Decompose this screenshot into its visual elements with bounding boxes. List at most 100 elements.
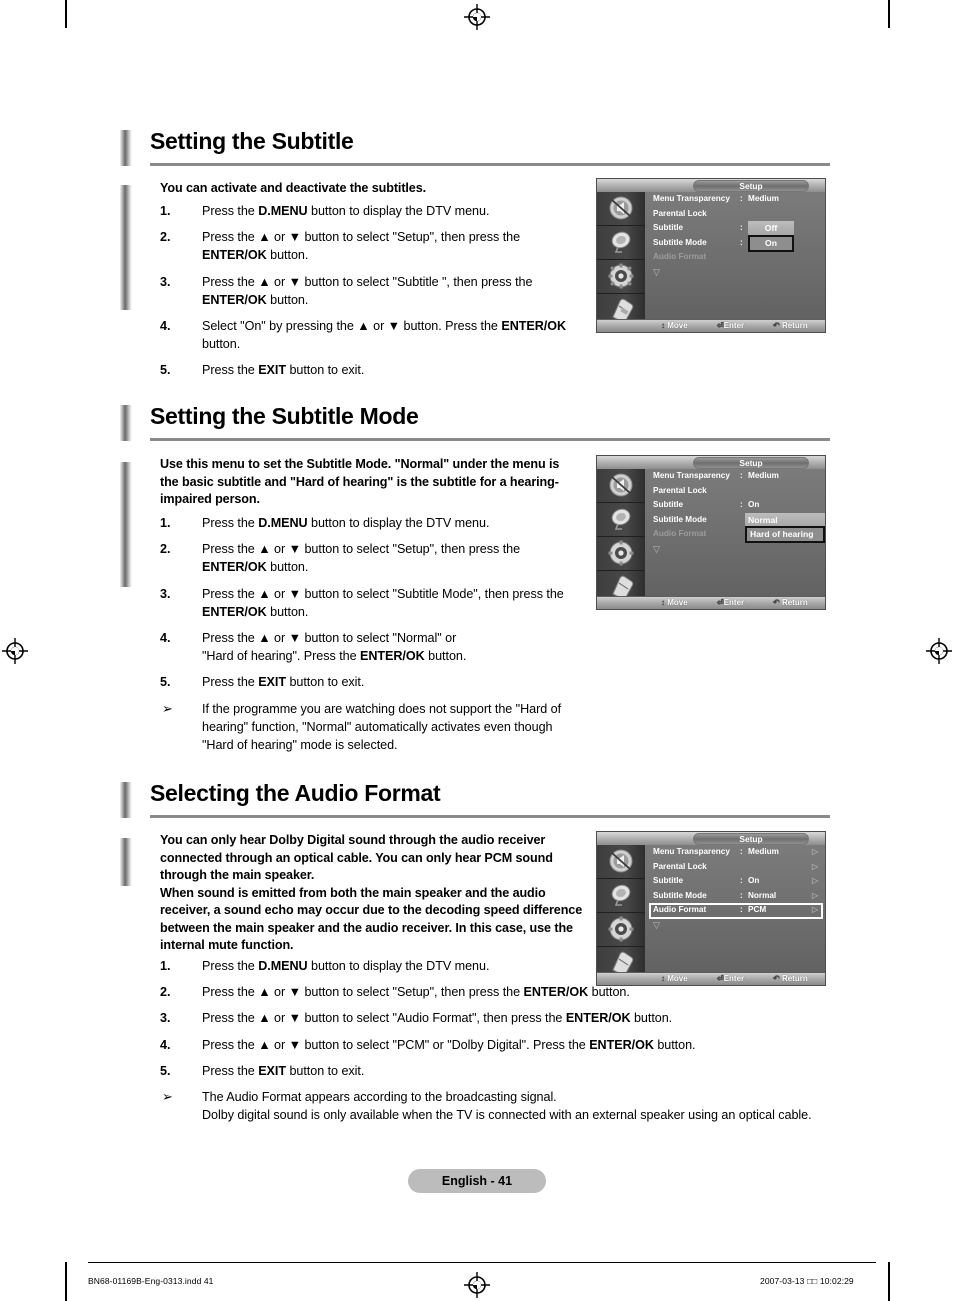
osd-icon-rail-1 [597,192,646,323]
osd-screen-subtitle: Setup Menu Transparency: Medium Parenta… [596,178,826,333]
scroll-down-caret-icon: ▽ [653,919,660,930]
step-item: 3. Press the ▲ or ▼ button to select "Aud… [160,1009,820,1027]
step-item: 3. Press the ▲ or ▼ button to select "Sub… [160,273,580,309]
chevron-right-icon: ▷ [812,890,819,900]
osd-row-label: Menu Transparency [653,194,730,203]
osd-row-colon: : [740,471,743,480]
osd-row-value: Medium [748,471,779,480]
section-accent-bar-1 [120,185,132,310]
chevron-right-icon: ▷ [812,876,819,885]
osd-row-label: Menu Transparency [653,471,730,480]
osd-row-value: Medium [748,847,779,856]
step-number: 5. [160,1063,171,1078]
mute-icon[interactable] [597,469,645,503]
mute-icon[interactable] [597,192,645,226]
section-setting-the-subtitle-mode: Setting the Subtitle Mode [120,403,830,441]
section-rule-2 [150,438,830,441]
osd-menu-row[interactable]: Parental Lock [645,484,825,499]
osd-menu-row[interactable]: Subtitle: On ▷ [645,874,825,889]
osd-row-label: Audio Format [653,252,707,261]
osd-menu-row[interactable]: Menu Transparency: Medium [645,469,825,484]
osd-hintbar-2: ↕ Move ⏎Enter ↶ Return [597,596,825,609]
section-rule-1 [150,163,830,166]
step-number: 3. [160,586,171,601]
satellite-dish-icon[interactable] [597,226,645,260]
osd-option-selected[interactable]: On [748,234,794,252]
step-text: Press the ▲ or ▼ button to select "Audio… [202,1011,673,1026]
osd-menu-row[interactable]: Parental Lock ▷ [645,860,825,875]
step-number: 2. [160,985,171,1000]
osd-row-colon: : [740,890,743,900]
osd-row-label: Subtitle [653,500,684,509]
osd-hint-return-3: ↶ Return [773,974,808,983]
section-bar-icon-1 [120,130,132,166]
section-header-3: Selecting the Audio Format [120,780,830,818]
osd-screen-audio-format: Setup Menu Transparency: Medium ▷ Paren… [596,831,826,986]
osd-row-label: Parental Lock [653,861,707,871]
osd-hint-enter-3: ⏎Enter [717,974,745,983]
step-item: 4. Select "On" by pressing the ▲ or ▼ but… [160,317,580,353]
step-item: 5. Press the EXIT button to exit. [160,1062,820,1080]
step-text: Press the ▲ or ▼ button to select "PCM" … [202,1037,696,1052]
setup-gear-icon[interactable] [597,537,645,571]
osd-menu-row[interactable]: Subtitle Mode: [645,236,825,251]
osd-row-label: Subtitle [653,223,684,232]
osd-hint-return-2: ↶ Return [773,598,808,607]
step-text: Press the ▲ or ▼ button to select "Subti… [202,586,564,619]
osd-title-1: Setup [739,180,763,191]
osd-row-value: On [748,500,760,509]
osd-menu-row[interactable]: Audio Format [645,250,825,265]
step-number: 3. [160,274,171,289]
osd-option-highlighted[interactable]: Normal [745,512,825,527]
osd-rows-1: Menu Transparency: Medium Parental Lock Sub… [645,192,825,320]
scroll-down-caret-icon: ▽ [653,266,660,277]
osd-hint-move-2: ↕ Move [661,598,688,607]
osd-hint-move-1: ↕ Move [661,321,688,330]
imposition-timestamp: 2007-03-13 □□ 10:02:29 [760,1276,854,1286]
section-rule-3 [150,815,830,818]
step-item: 2. Press the ▲ or ▼ button to select "Set… [160,540,580,576]
satellite-dish-icon[interactable] [597,503,645,537]
osd-row-value: On [748,876,760,885]
footer-divider [88,1262,876,1263]
step-number: 1. [160,959,171,973]
osd-menu-row[interactable]: Subtitle: On [645,498,825,513]
step-text: Press the D.MENU button to display the D… [202,204,490,218]
setup-gear-icon[interactable] [597,260,645,294]
imposition-filename: BN68-01169B-Eng-0313.indd 41 [88,1276,214,1286]
step-number: 5. [160,363,171,378]
osd-row-colon: : [740,500,743,509]
osd-row-label: Parental Lock [653,208,707,218]
step-item: ➢ The Audio Format appears according to t… [160,1088,820,1124]
section-setting-the-subtitle: Setting the Subtitle [120,128,830,166]
step-number: ➢ [162,1089,173,1105]
osd-menu-row[interactable]: Subtitle: [645,221,825,236]
section-lead-1: You can activate and deactivate the subt… [160,181,427,195]
section-accent-bar-3 [120,838,132,886]
osd-menu-row[interactable]: Menu Transparency: Medium [645,192,825,207]
satellite-dish-icon[interactable] [597,879,645,913]
osd-rows-2: Menu Transparency: Medium Parental Lock Sub… [645,469,825,597]
chevron-right-icon: ▷ [812,847,819,856]
osd-menu-row[interactable]: Parental Lock [645,207,825,222]
osd-row-value: Normal [748,890,777,900]
section-header-1: Setting the Subtitle [120,128,830,166]
section-selecting-the-audio-format: Selecting the Audio Format [120,780,830,818]
step-number: 4. [160,1037,171,1052]
step-number: 4. [160,319,171,334]
osd-menu-row[interactable]: Menu Transparency: Medium ▷ [645,845,825,860]
osd-option-selected[interactable]: Hard of hearing [745,526,825,543]
osd-option-highlighted[interactable]: Off [748,221,794,235]
step-text: Press the D.MENU button to display the D… [202,516,490,530]
osd-row-value: Medium [748,194,779,203]
mute-icon[interactable] [597,845,645,879]
step-item: 1. Press the D.MENU button to display the… [160,514,580,532]
osd-row-colon: : [740,876,743,885]
setup-gear-icon[interactable] [597,913,645,947]
osd-titlebar-2: Setup [597,456,825,470]
osd-menu-row[interactable]: Subtitle Mode: Normal ▷ [645,889,825,904]
osd-icon-rail-3 [597,845,646,976]
osd-row-colon: : [740,237,743,247]
step-text: Press the ▲ or ▼ button to select "Subti… [202,274,533,307]
osd-row-label: Subtitle Mode [653,237,707,247]
